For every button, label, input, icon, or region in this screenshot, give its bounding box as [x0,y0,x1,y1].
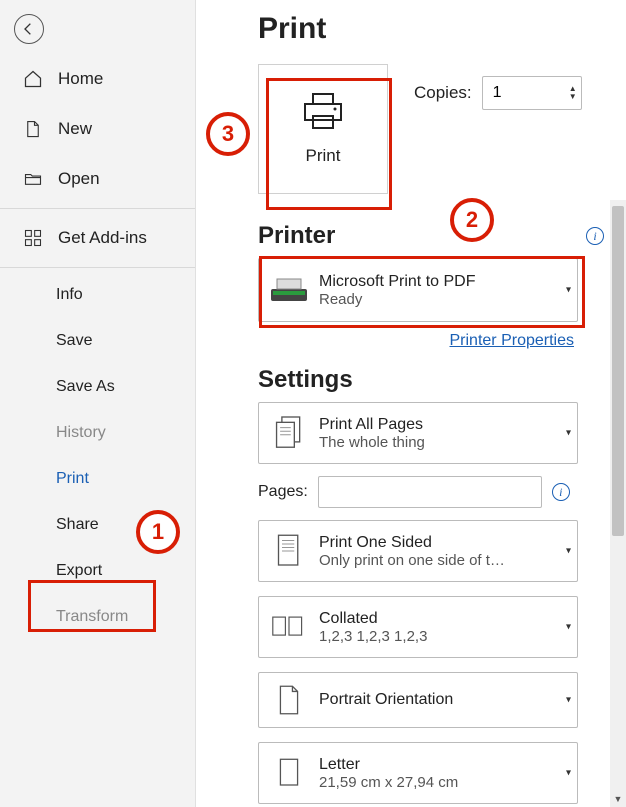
sidebar-label: Save [56,332,92,350]
sides-dropdown[interactable]: Print One Sided Only print on one side o… [258,520,578,582]
home-icon [22,68,44,90]
sidebar-label: Open [58,169,100,189]
page-size-icon [259,757,319,789]
dd-line1: Collated [319,610,557,628]
sidebar-item-export[interactable]: Export [0,548,195,594]
vertical-scrollbar[interactable]: ▼ [610,200,626,807]
print-panel: Print Print Copies: ▲ ▼ [196,0,626,807]
sidebar-label: Share [56,516,99,534]
sidebar-label: Info [56,286,83,304]
info-icon[interactable]: i [552,483,570,501]
arrow-left-icon [21,21,37,37]
page-single-icon [259,533,319,569]
sidebar-item-info[interactable]: Info [0,272,195,318]
portrait-icon [259,684,319,716]
copies-label: Copies: [414,83,472,103]
sidebar-label: Export [56,562,102,580]
callout-1: 1 [136,510,180,554]
backstage-sidebar: Home New Open Get Add-ins Info Save Save… [0,0,196,807]
info-icon[interactable]: i [586,227,604,245]
pages-all-icon [259,414,319,452]
print-button[interactable]: Print [258,64,388,194]
callout-2: 2 [450,198,494,242]
dd-line1: Letter [319,756,557,774]
settings-heading: Settings [258,366,610,394]
print-range-dropdown[interactable]: Print All Pages The whole thing ▾ [258,402,578,464]
dd-line1: Portrait Orientation [319,691,557,709]
dd-line2: The whole thing [319,434,557,451]
printer-properties-link[interactable]: Printer Properties [450,332,575,349]
divider [0,208,195,209]
spin-down-icon[interactable]: ▼ [569,93,577,101]
dd-line2: 1,2,3 1,2,3 1,2,3 [319,628,557,645]
document-icon [22,118,44,140]
page-title: Print [258,12,610,46]
printer-name: Microsoft Print to PDF [319,273,557,291]
chevron-down-icon: ▾ [566,622,571,633]
scrollbar-thumb[interactable] [612,206,624,536]
printer-dropdown[interactable]: Microsoft Print to PDF Ready ▾ [258,258,578,322]
sidebar-label: New [58,119,92,139]
pages-input[interactable] [318,476,542,508]
addins-icon [22,227,44,249]
printer-status: Ready [319,291,557,308]
divider [0,267,195,268]
sidebar-item-open[interactable]: Open [0,154,195,204]
back-button[interactable] [14,14,44,44]
sidebar-label: Print [56,470,89,488]
print-button-label: Print [306,146,341,166]
dd-line2: 21,59 cm x 27,94 cm [319,774,557,791]
callout-3: 3 [206,112,250,156]
orientation-dropdown[interactable]: Portrait Orientation ▾ [258,672,578,728]
chevron-down-icon: ▾ [566,546,571,557]
chevron-down-icon: ▾ [566,768,571,779]
sidebar-item-save[interactable]: Save [0,318,195,364]
copies-spinner[interactable]: ▲ ▼ [482,76,582,110]
dd-line1: Print One Sided [319,534,557,552]
sidebar-label: Get Add-ins [58,228,147,248]
sidebar-label: Transform [56,608,128,626]
pages-label: Pages: [258,483,308,501]
printer-device-icon [259,275,319,305]
collate-icon [259,613,319,641]
printer-heading: Printer [258,222,586,250]
dd-line2: Only print on one side of t… [319,552,557,569]
chevron-down-icon: ▾ [566,428,571,439]
dd-line1: Print All Pages [319,416,557,434]
scroll-down-icon[interactable]: ▼ [610,791,626,807]
folder-open-icon [22,168,44,190]
printer-icon [299,92,347,136]
collate-dropdown[interactable]: Collated 1,2,3 1,2,3 1,2,3 ▾ [258,596,578,658]
chevron-down-icon: ▾ [566,695,571,706]
sidebar-item-history[interactable]: History [0,410,195,456]
papersize-dropdown[interactable]: Letter 21,59 cm x 27,94 cm ▾ [258,742,578,804]
sidebar-item-print[interactable]: Print [0,456,195,502]
sidebar-label: Save As [56,378,115,396]
sidebar-label: Home [58,69,103,89]
chevron-down-icon: ▾ [566,285,571,296]
sidebar-label: History [56,424,106,442]
copies-input[interactable] [483,78,553,108]
sidebar-item-home[interactable]: Home [0,54,195,104]
sidebar-item-new[interactable]: New [0,104,195,154]
sidebar-item-transform[interactable]: Transform [0,594,195,640]
sidebar-item-saveas[interactable]: Save As [0,364,195,410]
sidebar-item-addins[interactable]: Get Add-ins [0,213,195,263]
